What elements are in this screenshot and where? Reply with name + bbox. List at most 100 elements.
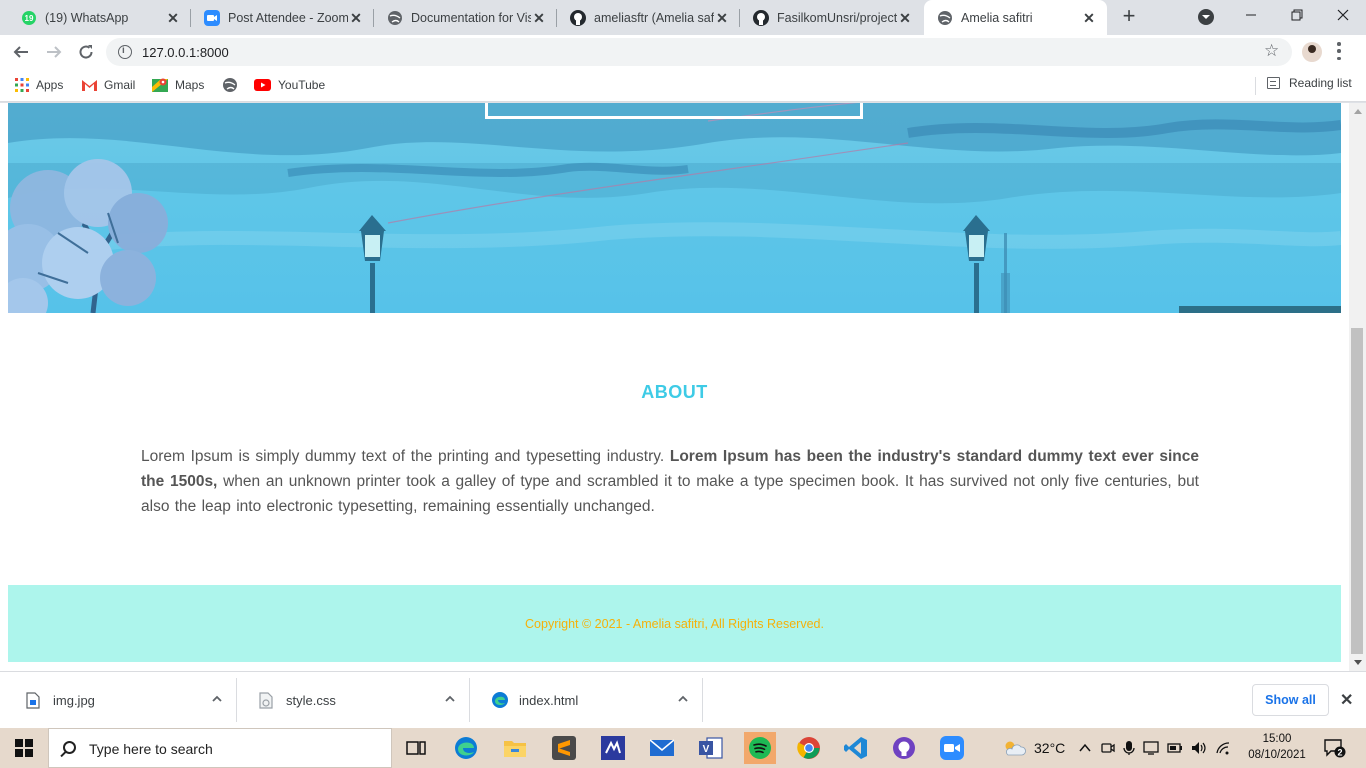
chevron-up-icon[interactable]: [676, 692, 690, 706]
page-footer: Copyright © 2021 - Amelia safitri, All R…: [8, 585, 1341, 662]
svg-text:2: 2: [1337, 748, 1342, 758]
spotify-icon[interactable]: [744, 732, 776, 764]
download-item-img[interactable]: img.jpg: [4, 678, 237, 722]
apps-grid-icon: [15, 78, 29, 92]
scroll-up-arrow-icon[interactable]: [1349, 103, 1366, 120]
clock-time: 15:00: [1262, 733, 1292, 745]
maps-icon: [152, 77, 168, 93]
download-filename: img.jpg: [53, 693, 95, 708]
url-text[interactable]: 127.0.0.1:8000: [142, 45, 229, 60]
profile-avatar[interactable]: [1302, 42, 1322, 62]
close-tab-icon[interactable]: ✕: [165, 10, 181, 26]
download-item-style[interactable]: style.css: [237, 678, 470, 722]
tab-zoom[interactable]: Post Attendee - Zoom ✕: [191, 0, 374, 35]
globe-icon: [937, 10, 953, 26]
tab-title: (19) WhatsApp: [45, 10, 129, 25]
tab-title: Amelia safitri: [961, 10, 1033, 25]
weather-cloud-sun-icon: [1002, 739, 1026, 757]
visual-studio-icon[interactable]: [597, 732, 629, 764]
close-tab-icon[interactable]: ✕: [1081, 10, 1097, 26]
tab-github-project[interactable]: FasilkomUnsri/project- ✕: [740, 0, 923, 35]
sublime-text-icon[interactable]: [548, 732, 580, 764]
forward-arrow-icon[interactable]: [42, 40, 66, 64]
vscode-icon[interactable]: [840, 732, 872, 764]
close-window-icon[interactable]: [1320, 0, 1366, 30]
clock-date: 08/10/2021: [1248, 749, 1306, 761]
bookmark-globe[interactable]: [222, 76, 245, 94]
display-icon[interactable]: [1143, 741, 1159, 755]
meet-now-icon[interactable]: [1101, 741, 1115, 755]
zoom-icon[interactable]: [936, 732, 968, 764]
download-bar: img.jpg style.css index.html Show all ✕: [0, 671, 1366, 728]
chevron-up-icon[interactable]: [1079, 743, 1091, 753]
tab-strip: 19 (19) WhatsApp ✕ Post Attendee - Zoom …: [0, 0, 1366, 35]
about-heading: ABOUT: [641, 382, 708, 402]
visio-icon[interactable]: V: [695, 732, 727, 764]
file-icon: [26, 692, 40, 709]
github-icon: [753, 9, 769, 26]
reading-list-button[interactable]: Reading list: [1267, 76, 1352, 90]
close-tab-icon[interactable]: ✕: [897, 10, 913, 26]
edge-icon[interactable]: [450, 732, 482, 764]
site-info-icon[interactable]: [118, 45, 132, 59]
taskbar-clock[interactable]: 15:00 08/10/2021: [1242, 731, 1312, 763]
close-download-bar-icon[interactable]: ✕: [1340, 690, 1353, 710]
taskbar-search-box[interactable]: Type here to search: [48, 728, 392, 768]
battery-icon[interactable]: [1167, 742, 1183, 754]
about-paragraph: Lorem Ipsum is simply dummy text of the …: [141, 444, 1199, 519]
scroll-thumb[interactable]: [1351, 328, 1363, 654]
tab-title: FasilkomUnsri/project-: [777, 10, 897, 25]
wifi-icon[interactable]: [1215, 741, 1231, 755]
tab-whatsapp[interactable]: 19 (19) WhatsApp ✕: [8, 0, 191, 35]
lamp-post-left: [359, 215, 386, 313]
browser-menu-icon[interactable]: [1337, 42, 1341, 60]
microphone-icon[interactable]: [1123, 740, 1135, 756]
weather-temperature: 32°C: [1034, 740, 1066, 756]
minimize-icon[interactable]: [1228, 0, 1274, 30]
globe-icon: [222, 77, 238, 93]
reading-list-label: Reading list: [1289, 76, 1352, 90]
tab-amelia-safitri[interactable]: Amelia safitri ✕: [924, 0, 1107, 35]
whatsapp-icon: 19: [21, 10, 37, 26]
bookmark-label: Apps: [36, 78, 64, 92]
show-all-downloads-button[interactable]: Show all: [1252, 684, 1329, 716]
search-placeholder: Type here to search: [89, 741, 213, 757]
chevron-up-icon[interactable]: [443, 692, 457, 706]
youtube-icon: [254, 79, 271, 91]
download-item-index[interactable]: index.html: [470, 678, 703, 722]
bookmark-youtube[interactable]: YouTube: [254, 76, 325, 94]
close-tab-icon[interactable]: ✕: [348, 10, 364, 26]
page-scrollbar[interactable]: [1349, 103, 1366, 671]
tab-github-profile[interactable]: ameliasftr (Amelia safi ✕: [557, 0, 740, 35]
bookmark-label: YouTube: [278, 78, 326, 92]
close-tab-icon[interactable]: ✕: [714, 10, 730, 26]
scroll-down-arrow-icon[interactable]: [1349, 654, 1366, 671]
chrome-icon[interactable]: [793, 732, 825, 764]
tab-documentation[interactable]: Documentation for Vis ✕: [374, 0, 557, 35]
download-filename: index.html: [519, 693, 579, 708]
reload-icon[interactable]: [74, 40, 98, 64]
reading-list-icon: [1267, 77, 1280, 89]
bookmark-gmail[interactable]: Gmail: [82, 76, 135, 94]
volume-icon[interactable]: [1191, 741, 1207, 755]
bookmarks-bar: Apps Gmail Maps YouTube Reading list: [0, 69, 1366, 102]
tab-search-icon[interactable]: [1198, 9, 1214, 25]
address-bar[interactable]: 127.0.0.1:8000: [106, 38, 1292, 66]
new-tab-button[interactable]: +: [1117, 5, 1141, 29]
file-explorer-icon[interactable]: [499, 732, 531, 764]
bookmark-maps[interactable]: Maps: [152, 76, 204, 94]
bookmark-star-icon[interactable]: ☆: [1264, 41, 1279, 61]
mail-icon[interactable]: [646, 732, 678, 764]
tab-title: Documentation for Vis: [411, 10, 531, 25]
restore-icon[interactable]: [1274, 0, 1320, 30]
tab-title: Post Attendee - Zoom: [228, 10, 348, 25]
windows-start-icon[interactable]: [0, 728, 48, 768]
weather-widget[interactable]: 32°C: [1002, 728, 1065, 768]
task-view-icon[interactable]: [400, 732, 432, 764]
github-desktop-icon[interactable]: [888, 732, 920, 764]
chevron-up-icon[interactable]: [210, 692, 224, 706]
close-tab-icon[interactable]: ✕: [531, 10, 547, 26]
back-arrow-icon[interactable]: [9, 40, 33, 64]
notification-center-icon[interactable]: 2: [1324, 738, 1346, 758]
bookmark-apps[interactable]: Apps: [15, 76, 63, 94]
